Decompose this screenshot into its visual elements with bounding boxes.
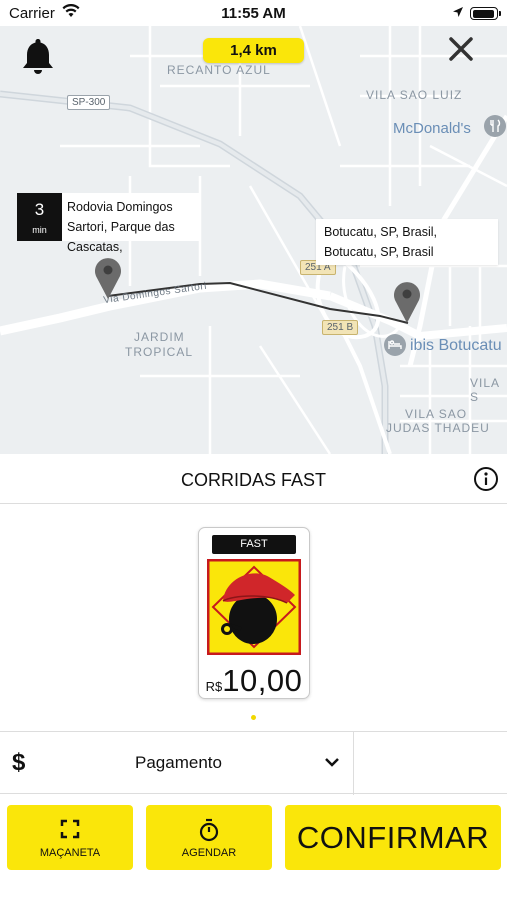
- confirm-button[interactable]: CONFIRMAR: [285, 805, 501, 870]
- price-amount: 10,00: [222, 663, 303, 698]
- eta-value: 3: [34, 200, 45, 219]
- map-neighborhood-label: VILA SAO LUIZ: [366, 88, 463, 102]
- restaurant-icon: [484, 115, 506, 137]
- distance-badge: 1,4 km: [203, 38, 304, 63]
- origin-address[interactable]: Rodovia Domingos Sartori, Parque das Cas…: [62, 193, 199, 254]
- eta-unit: min: [32, 225, 47, 235]
- ride-option-tag: FAST: [212, 535, 296, 554]
- road-shield: 251 B: [322, 320, 359, 335]
- chevron-down-icon[interactable]: [324, 756, 340, 768]
- map-pin-icon[interactable]: [392, 280, 422, 324]
- poi-label-ibis[interactable]: ibis Botucatu: [410, 337, 502, 355]
- ride-price: R$10,00: [199, 663, 309, 699]
- bell-icon[interactable]: [20, 37, 56, 77]
- status-bar: Carrier 11:55 AM: [0, 0, 507, 26]
- section-title: CORRIDAS FAST: [180, 470, 327, 490]
- map-pin-icon[interactable]: [93, 256, 123, 300]
- map-neighborhood-label: JARDIM: [134, 330, 185, 344]
- agendar-button[interactable]: AGENDAR: [146, 805, 272, 870]
- payment-selector[interactable]: $ Pagamento: [0, 731, 507, 795]
- section-header: CORRIDAS FAST: [0, 455, 507, 504]
- eta-box: 3 min: [17, 193, 62, 241]
- close-icon[interactable]: [447, 35, 475, 63]
- ride-option-card[interactable]: FAST R$10,00: [198, 527, 310, 699]
- map-neighborhood-label: RECANTO AZUL: [167, 63, 271, 77]
- timer-icon: [199, 818, 219, 842]
- hotel-icon: [384, 334, 406, 356]
- macaneta-button[interactable]: MAÇANETA: [7, 805, 133, 870]
- agendar-label: AGENDAR: [181, 847, 237, 859]
- map-neighborhood-label: VILA S: [470, 376, 500, 404]
- info-icon[interactable]: [473, 466, 499, 492]
- macaneta-label: MAÇANETA: [39, 847, 101, 859]
- expand-icon: [60, 819, 80, 839]
- map-neighborhood-label: JUDAS THADEU: [386, 421, 490, 435]
- price-currency: R$: [205, 679, 223, 694]
- dollar-icon: $: [12, 749, 26, 776]
- carousel-page-indicator[interactable]: [251, 715, 256, 720]
- divider: [353, 732, 354, 795]
- location-arrow-icon: [453, 7, 463, 17]
- map-view[interactable]: RECANTO AZUL VILA SAO LUIZ JARDIM TROPIC…: [0, 26, 507, 454]
- poi-label-mcdonalds[interactable]: McDonald's: [393, 120, 471, 137]
- map-neighborhood-label: VILA SAO: [405, 407, 468, 421]
- clock: 11:55 AM: [221, 5, 286, 22]
- battery-icon: [470, 7, 501, 20]
- map-neighborhood-label: TROPICAL: [125, 345, 194, 359]
- road-shield: SP-300: [67, 95, 111, 110]
- destination-address[interactable]: Botucatu, SP, Brasil, Botucatu, SP, Bras…: [316, 219, 498, 265]
- fast-mascot-logo: [207, 559, 301, 655]
- confirm-label: CONFIRMAR: [296, 820, 490, 855]
- payment-label: Pagamento: [135, 753, 222, 772]
